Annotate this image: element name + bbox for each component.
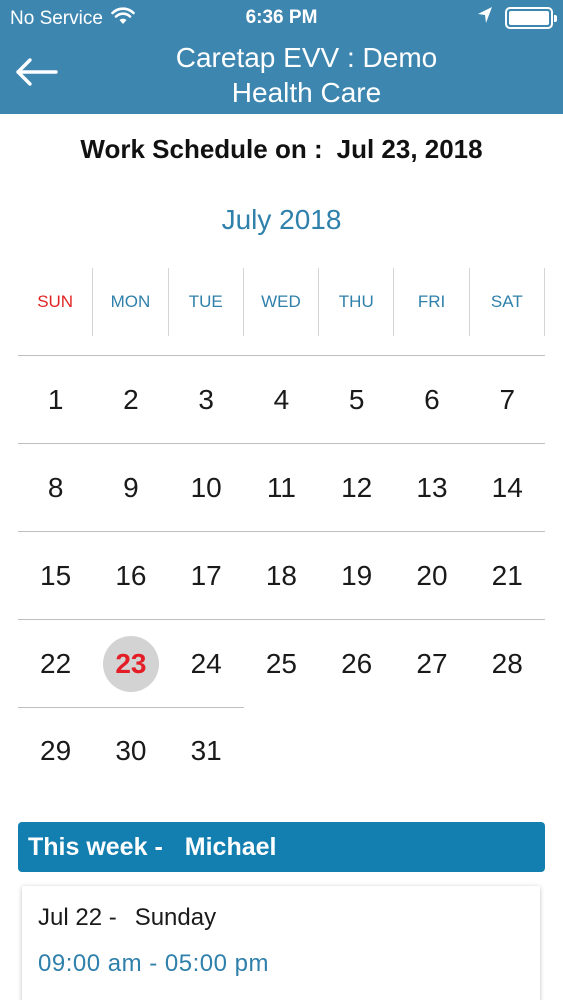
shift-card[interactable]: Jul 22 - Sunday 09:00 am - 05:00 pm <box>22 886 540 1000</box>
calendar-day[interactable]: 1 <box>18 356 93 444</box>
calendar-day-number: 28 <box>491 648 523 679</box>
calendar-day-number: 13 <box>416 472 448 503</box>
calendar-day[interactable]: 22 <box>18 620 93 708</box>
calendar-day-number: 27 <box>416 648 448 679</box>
calendar-week-row: 29 30 31 <box>18 707 545 795</box>
shift-weekday: Sunday <box>134 904 217 931</box>
calendar-day[interactable]: 28 <box>470 620 545 708</box>
calendar-day[interactable]: 24 <box>169 620 244 708</box>
calendar-day-number: 8 <box>47 472 64 503</box>
calendar-day-number: 3 <box>198 384 214 415</box>
calendar-month-title: July 2018 <box>221 204 342 235</box>
calendar-day[interactable]: 6 <box>394 356 469 444</box>
calendar-day[interactable]: 29 <box>18 707 93 795</box>
calendar-day-number: 18 <box>265 560 297 591</box>
calendar-day[interactable]: 9 <box>93 444 168 532</box>
shift-day: Jul 22 - Sunday <box>38 904 216 932</box>
calendar-day-number: 6 <box>424 384 440 415</box>
calendar-day[interactable]: 17 <box>169 532 244 620</box>
calendar-day[interactable]: 14 <box>470 444 545 532</box>
this-week-label: This week - <box>28 832 163 861</box>
calendar-day-number: 9 <box>123 472 139 503</box>
calendar-day[interactable]: 31 <box>169 707 244 795</box>
calendar-day[interactable]: 25 <box>244 620 319 708</box>
calendar-day[interactable]: 10 <box>169 444 244 532</box>
calendar-day-number: 25 <box>265 648 297 679</box>
back-arrow-icon <box>16 58 58 86</box>
calendar-day[interactable]: 13 <box>394 444 469 532</box>
calendar-grid: 1 2 3 4 5 6 7 8 9 10 11 12 13 14 15 16 17 18 19 20 21 22 23 24 2… <box>18 355 545 795</box>
calendar-day[interactable]: 21 <box>470 532 545 620</box>
calendar-day[interactable]: 18 <box>244 532 319 620</box>
calendar-week-row: 8 9 10 11 12 13 14 <box>18 443 545 531</box>
calendar-day[interactable]: 11 <box>244 444 319 532</box>
calendar-day-number: 21 <box>491 560 523 591</box>
calendar-day-number: 16 <box>115 560 147 591</box>
shift-date: Jul 22 - <box>38 904 117 931</box>
nav-header: No Service 6:36 PM Caretap EVV: Demo He… <box>0 0 563 114</box>
weekday-wed: WED <box>244 268 320 336</box>
calendar-day[interactable]: 15 <box>18 532 93 620</box>
calendar-day[interactable]: 2 <box>93 356 168 444</box>
calendar-day-number: 23 <box>102 636 159 692</box>
calendar-day-number: 5 <box>348 384 365 415</box>
calendar-day[interactable]: 16 <box>93 532 168 620</box>
calendar-day-number: 30 <box>115 735 147 766</box>
calendar-day-number: 31 <box>190 735 222 766</box>
app-title-line2: Health Care <box>231 77 382 108</box>
app-title-line1: Caretap EVV : Demo <box>175 42 438 73</box>
this-week-bar: This week - Michael <box>18 822 545 872</box>
calendar-day-number: 22 <box>40 648 72 679</box>
back-button[interactable] <box>10 50 62 94</box>
calendar-day[interactable]: 12 <box>319 444 394 532</box>
calendar-day-number: 4 <box>273 384 290 415</box>
calendar-day-number: 7 <box>499 384 516 415</box>
calendar-week-row: 22 23 24 25 26 27 28 <box>18 619 545 707</box>
weekday-header: SUN MON TUE WED THU FRI SAT <box>18 268 545 336</box>
calendar-day[interactable]: 26 <box>319 620 394 708</box>
calendar-day[interactable]: 30 <box>93 707 168 795</box>
weekday-fri: FRI <box>394 268 470 336</box>
calendar-day[interactable]: 19 <box>319 532 394 620</box>
calendar-day-number: 29 <box>40 735 72 766</box>
status-right <box>477 6 557 30</box>
calendar-day-number: 12 <box>341 472 373 503</box>
shift-hours: 09:00 am - 05:00 pm <box>38 950 269 977</box>
calendar-day-number: 15 <box>40 560 72 591</box>
weekday-sat: SAT <box>470 268 545 336</box>
weekday-mon: MON <box>93 268 169 336</box>
calendar-day-number: 1 <box>47 384 64 415</box>
schedule-label: Work Schedule on : <box>80 134 323 164</box>
calendar-day-number: 2 <box>123 384 139 415</box>
calendar-day[interactable]: 27 <box>394 620 469 708</box>
calendar-day-number: 11 <box>266 472 296 503</box>
app-title: Caretap EVV : Demo Health Care <box>90 40 523 110</box>
schedule-heading: Work Schedule on : Jul 23, 2018 <box>0 134 563 165</box>
battery-icon <box>505 7 557 29</box>
status-bar: No Service 6:36 PM <box>0 0 563 36</box>
calendar-day[interactable]: 5 <box>319 356 394 444</box>
weekday-sun: SUN <box>18 268 94 336</box>
calendar-day[interactable]: 7 <box>470 356 545 444</box>
calendar-day-number: 26 <box>341 648 373 679</box>
calendar-day-number: 14 <box>491 472 523 503</box>
calendar-day-selected[interactable]: 23 <box>93 620 168 708</box>
calendar-day-number: 19 <box>341 560 373 591</box>
weekday-tue: TUE <box>169 268 244 336</box>
calendar-day-number: 17 <box>190 560 222 591</box>
calendar-day[interactable]: 3 <box>169 356 244 444</box>
calendar-day-number: 20 <box>416 560 448 591</box>
calendar-day[interactable]: 20 <box>394 532 469 620</box>
calendar-week-row: 15 16 17 18 19 20 21 <box>18 531 545 619</box>
calendar-day[interactable]: 4 <box>244 356 319 444</box>
calendar-week-row: 1 2 3 4 5 6 7 <box>18 355 545 443</box>
calendar-day-number: 10 <box>190 472 222 503</box>
weekday-thu: THU <box>319 268 395 336</box>
calendar-day-number: 24 <box>190 648 222 679</box>
schedule-date: Jul 23, 2018 <box>336 134 483 164</box>
location-arrow-icon <box>477 6 493 30</box>
caregiver-name: Michael <box>184 832 277 861</box>
calendar-day[interactable]: 8 <box>18 444 93 532</box>
